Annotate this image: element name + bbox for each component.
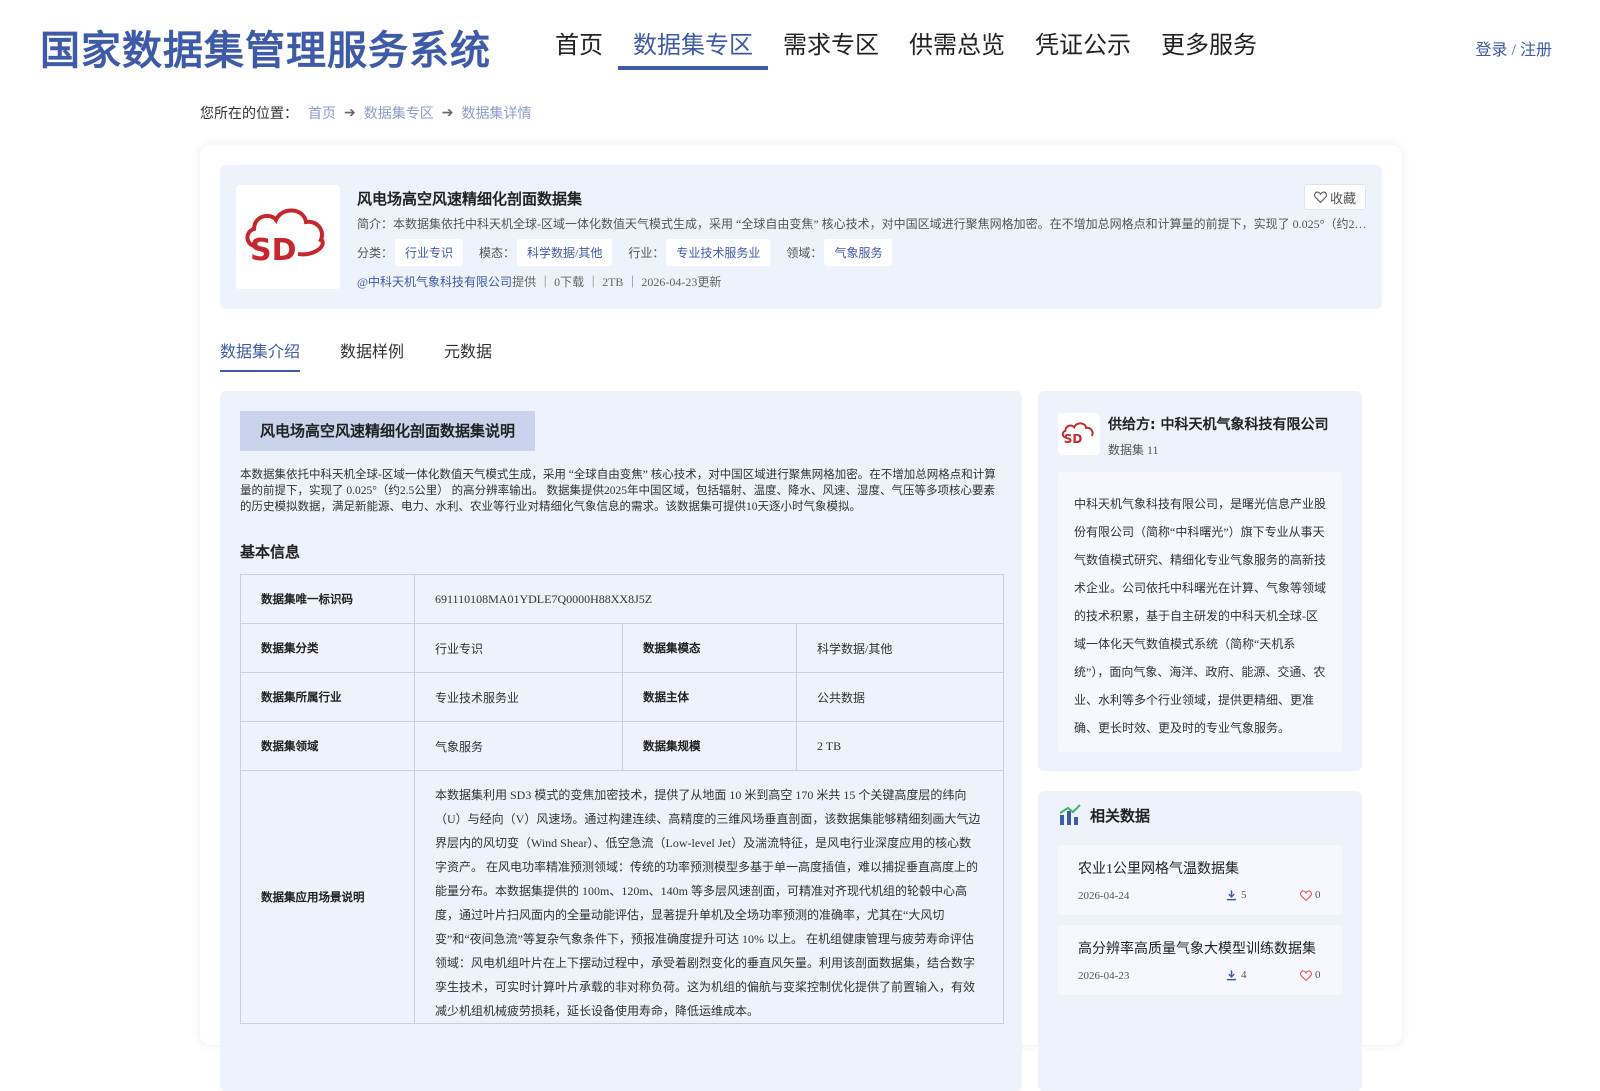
header: 国家数据集管理服务系统 首页 数据集专区 需求专区 供需总览 凭证公示 更多服务… — [0, 0, 1600, 90]
supplier-panel: SD 供给方: 中科天机气象科技有限公司 数据集 11 中科天机气象科技有限公司… — [1038, 391, 1362, 771]
category-tag[interactable]: 行业专识 — [395, 239, 464, 266]
nav-demand-zone[interactable]: 需求专区 — [768, 28, 894, 68]
site-logo[interactable]: 国家数据集管理服务系统 — [40, 18, 491, 76]
breadcrumb-home[interactable]: 首页 — [308, 103, 336, 123]
domain-tag[interactable]: 气象服务 — [824, 239, 893, 266]
table-row: 数据集唯一标识码 691110108MA01YDLE7Q0000H88XX8J5… — [240, 574, 1004, 624]
table-key: 数据集模态 — [622, 623, 797, 673]
modality-tag[interactable]: 科学数据/其他 — [517, 239, 613, 266]
related-panel: 相关数据 农业1公里网格气温数据集 2026-04-24 5 0 高分辨率高质量… — [1038, 791, 1362, 1091]
sd-logo: SD — [1061, 422, 1094, 446]
heart-icon — [1300, 889, 1312, 901]
related-item-likes: 0 — [1300, 889, 1321, 901]
table-key: 数据集唯一标识码 — [240, 574, 415, 624]
domain-label: 领域： — [786, 246, 823, 260]
download-icon — [1226, 970, 1237, 981]
chart-icon — [1059, 804, 1081, 825]
dataset-meta: @中科天机气象科技有限公司提供 ｜ 0下载 ｜ 2TB ｜ 2026-04-23… — [357, 273, 721, 290]
like-count: 0 — [1315, 969, 1321, 981]
modality-label: 模态： — [479, 246, 516, 260]
nav-more[interactable]: 更多服务 — [1146, 28, 1272, 68]
related-item-date: 2026-04-23 — [1078, 970, 1130, 982]
nav-dataset-zone[interactable]: 数据集专区 — [618, 28, 768, 70]
tab-samples[interactable]: 数据样例 — [340, 340, 404, 376]
related-item-name[interactable]: 高分辨率高质量气象大模型训练数据集 — [1078, 938, 1316, 958]
table-key: 数据主体 — [622, 672, 797, 722]
industry-tag[interactable]: 专业技术服务业 — [666, 239, 771, 266]
basic-info-table: 数据集唯一标识码 691110108MA01YDLE7Q0000H88XX8J5… — [240, 574, 1004, 1024]
detail-card: SD 风电场高空风速精细化剖面数据集 简介：本数据集依托中科天机全球-区域一体化… — [200, 145, 1402, 1091]
related-item-likes: 0 — [1300, 969, 1321, 981]
supplier-dataset-count: 数据集 11 — [1108, 443, 1159, 457]
table-value: 2 TB — [796, 721, 1004, 771]
svg-text:SD: SD — [1064, 432, 1083, 446]
industry-label: 行业： — [628, 246, 665, 260]
favorite-button[interactable]: 收藏 — [1304, 184, 1366, 210]
meta-info: 提供 ｜ 0下载 ｜ 2TB ｜ 2026-04-23更新 — [512, 275, 722, 289]
related-item-downloads: 5 — [1226, 889, 1247, 901]
table-row: 数据集分类 行业专识 数据集模态 科学数据/其他 — [240, 623, 1004, 673]
breadcrumb-dataset-zone[interactable]: 数据集专区 — [364, 103, 434, 123]
table-value: 公共数据 — [796, 672, 1004, 722]
heart-icon — [1314, 191, 1327, 203]
table-row: 数据集领域 气象服务 数据集规模 2 TB — [240, 721, 1004, 771]
related-item-date: 2026-04-24 — [1078, 890, 1130, 902]
nav-home[interactable]: 首页 — [540, 28, 618, 68]
intro-text: 本数据集依托中科天机全球-区域一体化数值天气模式生成，采用 “全球自由变焦” 核… — [240, 469, 996, 513]
download-count: 4 — [1241, 969, 1247, 981]
provider-link[interactable]: @中科天机气象科技有限公司 — [357, 275, 512, 289]
breadcrumb-current: 数据集详情 — [461, 107, 532, 122]
table-key: 数据集领域 — [240, 721, 415, 771]
table-key: 数据集应用场景说明 — [240, 770, 415, 1024]
related-item-downloads: 4 — [1226, 969, 1247, 981]
dataset-header: SD 风电场高空风速精细化剖面数据集 简介：本数据集依托中科天机全球-区域一体化… — [220, 165, 1382, 309]
category-label: 分类： — [357, 246, 394, 260]
detail-tabs: 数据集介绍 数据样例 元数据 — [220, 340, 532, 376]
table-value: 行业专识 — [414, 623, 623, 673]
table-key: 数据集分类 — [240, 623, 415, 673]
tab-metadata[interactable]: 元数据 — [444, 340, 492, 376]
breadcrumb-prefix: 您所在的位置： — [200, 107, 298, 122]
dataset-tags: 分类： 行业专识 模态： 科学数据/其他 行业： 专业技术服务业 领域： 气象服… — [357, 239, 908, 266]
table-row: 数据集所属行业 专业技术服务业 数据主体 公共数据 — [240, 672, 1004, 722]
supplier-logo: SD — [1058, 413, 1100, 455]
download-icon — [1226, 890, 1237, 901]
supplier-description: 中科天机气象科技有限公司，是曙光信息产业股份有限公司（简称“中科曙光”）旗下专业… — [1058, 472, 1342, 752]
download-count: 5 — [1241, 889, 1247, 901]
table-key: 数据集所属行业 — [240, 672, 415, 722]
table-value: 科学数据/其他 — [796, 623, 1004, 673]
table-key: 数据集规模 — [622, 721, 797, 771]
svg-text:SD: SD — [250, 233, 297, 268]
sd-logo: SD — [245, 208, 325, 268]
nav-overview[interactable]: 供需总览 — [894, 28, 1020, 68]
related-item[interactable]: 农业1公里网格气温数据集 2026-04-24 5 0 — [1058, 845, 1342, 915]
supplier-name[interactable]: 供给方: 中科天机气象科技有限公司 — [1108, 414, 1328, 434]
login-register-link[interactable]: 登录 / 注册 — [1476, 36, 1552, 60]
dataset-summary: 简介：本数据集依托中科天机全球-区域一体化数值天气模式生成，采用 “全球自由变焦… — [357, 217, 1367, 231]
favorite-label: 收藏 — [1329, 190, 1356, 206]
intro-panel: 风电场高空风速精细化剖面数据集说明 本数据集依托中科天机全球-区域一体化数值天气… — [220, 391, 1022, 1091]
related-item-name[interactable]: 农业1公里网格气温数据集 — [1078, 858, 1239, 878]
dataset-logo: SD — [236, 185, 340, 289]
breadcrumb: 您所在的位置： 首页 ➔ 数据集专区 ➔ 数据集详情 — [200, 103, 531, 123]
heart-icon — [1300, 969, 1312, 981]
basic-info-title: 基本信息 — [240, 543, 301, 561]
tab-introduction[interactable]: 数据集介绍 — [220, 340, 301, 376]
table-value: 691110108MA01YDLE7Q0000H88XX8J5Z — [414, 574, 1004, 624]
main-nav: 首页 数据集专区 需求专区 供需总览 凭证公示 更多服务 — [540, 28, 1272, 70]
arrow-right-icon: ➔ — [441, 105, 454, 121]
table-row: 数据集应用场景说明 本数据集利用 SD3 模式的变焦加密技术，提供了从地面 10… — [240, 770, 1004, 1024]
table-value: 专业技术服务业 — [414, 672, 623, 722]
related-item[interactable]: 高分辨率高质量气象大模型训练数据集 2026-04-23 4 0 — [1058, 925, 1342, 995]
related-title-text: 相关数据 — [1090, 806, 1151, 825]
intro-section-title: 风电场高空风速精细化剖面数据集说明 — [240, 411, 536, 451]
dataset-title: 风电场高空风速精细化剖面数据集 — [357, 190, 583, 208]
nav-certificate[interactable]: 凭证公示 — [1020, 28, 1146, 68]
arrow-right-icon: ➔ — [344, 105, 356, 121]
related-title: 相关数据 — [1058, 803, 1150, 827]
table-value: 本数据集利用 SD3 模式的变焦加密技术，提供了从地面 10 米到高空 170 … — [414, 770, 1004, 1024]
table-value: 气象服务 — [414, 721, 623, 771]
like-count: 0 — [1315, 889, 1321, 901]
